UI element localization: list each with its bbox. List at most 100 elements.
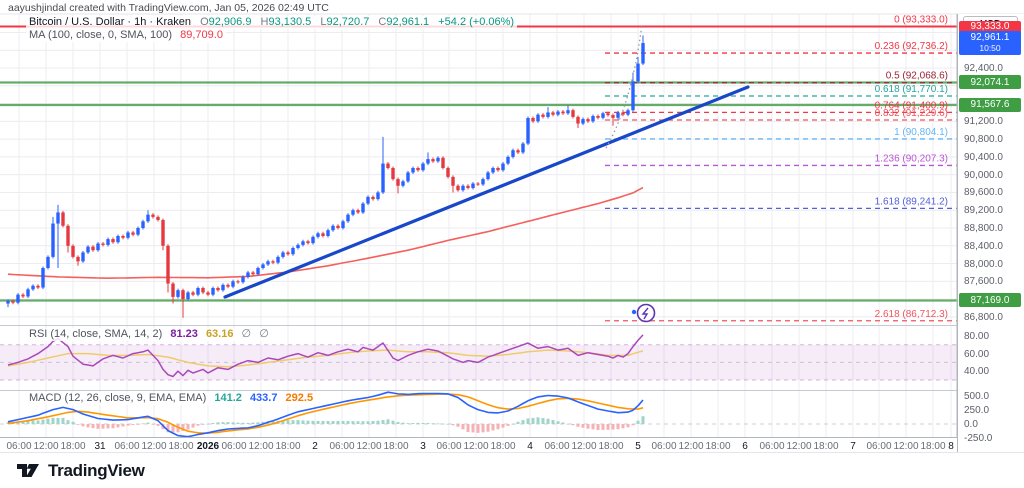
time-tick: 06:00 (866, 441, 891, 452)
candle-body (571, 110, 574, 117)
macd-histogram-bar (292, 420, 295, 424)
macd-histogram-bar (407, 423, 410, 424)
time-tick: 12:00 (678, 441, 703, 452)
time-tick: 12:00 (141, 441, 166, 452)
candle-body (151, 215, 154, 217)
time-tick: 31 (94, 441, 105, 452)
macd-legend[interactable]: MACD (12, 26, close, 9, EMA, EMA) 141.2 … (26, 392, 316, 405)
macd-histogram-bar (517, 422, 520, 424)
macd-histogram-bar (642, 416, 645, 424)
candle-body (11, 301, 14, 303)
candle-body (326, 230, 329, 236)
macd-histogram-bar (67, 420, 70, 424)
macd-histogram-bar (382, 420, 385, 424)
ma-legend[interactable]: MA (100, close, 0, SMA, 100) 89,709.0 (26, 29, 226, 42)
macd-histogram-bar (457, 424, 460, 427)
fib-label: 0.236 (92,736.2) (875, 41, 948, 52)
candle-body (291, 248, 294, 254)
candle-body (541, 115, 544, 117)
candle-body (281, 252, 284, 256)
time-tick: 18:00 (920, 441, 945, 452)
macd-histogram-bar (497, 424, 500, 429)
macd-histogram-bar (82, 424, 85, 426)
time-axis[interactable]: 06:0012:0018:003106:0012:0018:00202606:0… (0, 437, 957, 452)
price-axis[interactable]: USD 86,800.087,600.088,000.088,400.088,8… (957, 14, 1024, 452)
candle-body (561, 112, 564, 114)
candle-body (221, 285, 224, 290)
time-tick: 18:00 (275, 441, 300, 452)
candle-body (536, 115, 539, 122)
tradingview-logo[interactable]: TradingView (16, 458, 145, 483)
candle-body (576, 117, 579, 124)
macd-histogram-bar (47, 419, 50, 424)
candle-body (641, 43, 644, 63)
candle-body (226, 285, 229, 287)
candle-body (351, 210, 354, 214)
macd-histogram-bar (232, 422, 235, 424)
candle-body (276, 257, 279, 263)
time-tick: 18:00 (168, 441, 193, 452)
candle-body (246, 272, 249, 276)
candle-body (261, 264, 264, 268)
candle-body (121, 236, 124, 238)
candle-body (36, 286, 39, 288)
time-tick: 3 (420, 441, 426, 452)
candle-body (171, 284, 174, 297)
candle-body (206, 292, 209, 294)
time-tick: 06:00 (329, 441, 354, 452)
candle-body (41, 268, 44, 288)
macd-histogram-bar (227, 422, 230, 424)
candle-body (241, 277, 244, 282)
candle-body (471, 184, 474, 188)
macd-histogram-bar (242, 423, 245, 424)
time-tick: 12:00 (248, 441, 273, 452)
rsi-legend[interactable]: RSI (14, close, SMA, 14, 2) 81.23 63.16 … (26, 328, 272, 341)
candle-body (386, 164, 389, 168)
fib-label: 0 (93,333.0) (894, 15, 948, 26)
symbol-title: Bitcoin / U.S. Dollar · 1h · Kraken (29, 16, 191, 28)
candle-body (591, 116, 594, 121)
macd-histogram-bar (132, 424, 135, 425)
time-tick: 5 (635, 441, 641, 452)
macd-histogram-bar (417, 423, 420, 424)
change-value: +54.2 (+0.06%) (438, 16, 514, 28)
macd-histogram-bar (562, 422, 565, 424)
macd-scale-tick: 0.0 (964, 419, 978, 430)
candle-body (586, 119, 589, 121)
time-tick: 06:00 (6, 441, 31, 452)
macd-histogram-bar (437, 423, 440, 424)
candle-body (236, 281, 239, 282)
candle-body (6, 301, 9, 304)
macd-histogram-bar (627, 424, 630, 427)
symbol-legend[interactable]: Bitcoin / U.S. Dollar · 1h · Kraken O92,… (26, 16, 517, 29)
time-tick: 12:00 (893, 441, 918, 452)
macd-histogram-bar (472, 424, 475, 432)
time-tick: 7 (850, 441, 856, 452)
macd-histogram-bar (482, 424, 485, 432)
macd-histogram-bar (422, 423, 425, 424)
fib-label: 0.832 (91,229.6) (875, 108, 948, 119)
macd-histogram-bar (97, 424, 100, 429)
candle-body (71, 246, 74, 257)
price-tick: 91,200.0 (964, 116, 1003, 127)
macd-histogram-bar (322, 421, 325, 424)
macd-histogram-bar (42, 420, 45, 424)
time-tick: 6 (742, 441, 748, 452)
candle-body (146, 215, 149, 222)
footer-bar: TradingView (0, 452, 1024, 488)
candle-body (186, 292, 189, 299)
candle-body (66, 226, 69, 246)
candle-body (91, 247, 94, 251)
candle-body (361, 204, 364, 213)
candle-body (356, 210, 359, 212)
candle-body (106, 239, 109, 245)
macd-histogram-bar (402, 423, 405, 424)
time-tick: 06:00 (114, 441, 139, 452)
rsi-value: 81.23 (170, 328, 198, 340)
chart-canvas[interactable]: 0 (93,333.0)0.236 (92,736.2)0.5 (92,068.… (0, 0, 1024, 488)
price-tick: 90,400.0 (964, 152, 1003, 163)
price-tick: 90,800.0 (964, 134, 1003, 145)
candle-body (511, 150, 514, 157)
macd-histogram-bar (207, 424, 210, 425)
macd-histogram-bar (477, 424, 480, 433)
